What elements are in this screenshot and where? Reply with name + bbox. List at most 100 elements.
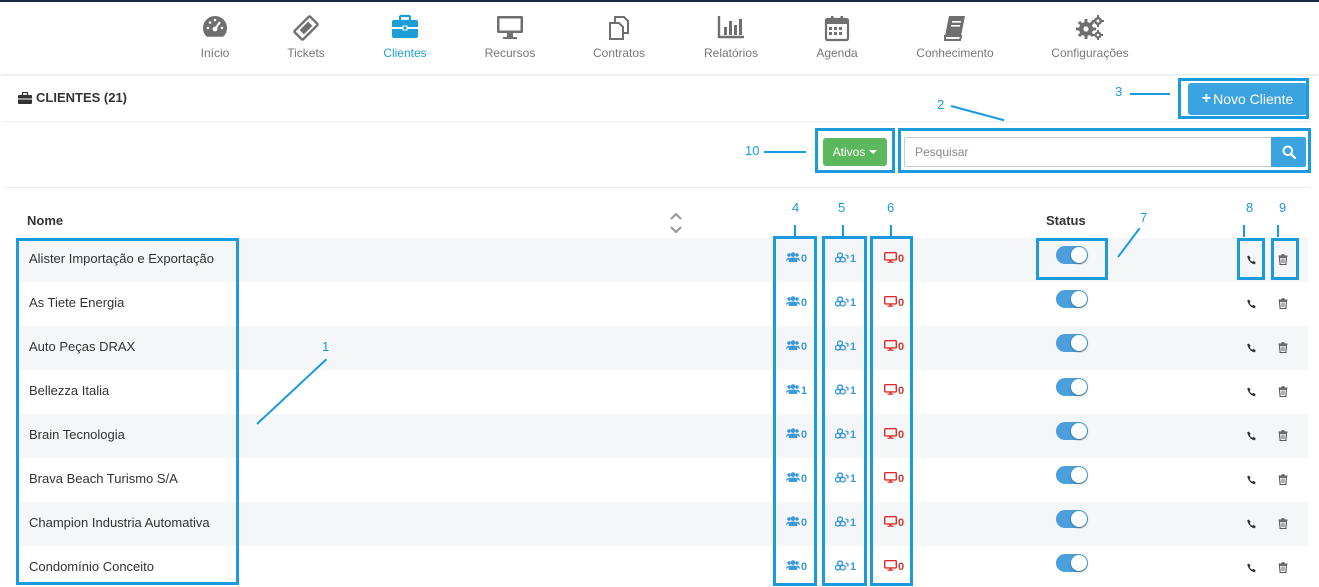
nav-item-inicio[interactable]: Início [195,14,235,60]
status-toggle[interactable] [1056,554,1088,572]
nav-item-contratos[interactable]: Contratos [589,14,649,60]
annotation-number-2: 2 [937,97,945,112]
status-toggle[interactable] [1056,246,1088,264]
client-users-count[interactable]: 0 [786,252,807,265]
status-filter-dropdown[interactable]: Ativos [823,138,887,166]
toggle-knob [1071,467,1087,483]
trash-icon[interactable] [1278,252,1288,270]
client-devices-count[interactable]: 0 [883,383,904,398]
trash-icon[interactable] [1278,384,1288,402]
client-resources-count[interactable]: 1 [834,428,856,442]
column-header-name[interactable]: Nome [27,213,63,228]
client-name-link[interactable]: Brain Tecnologia [29,427,125,442]
client-resources-count[interactable]: 1 [834,296,856,310]
client-devices-count[interactable]: 0 [883,559,904,574]
phone-icon[interactable] [1247,428,1257,446]
status-toggle[interactable] [1056,378,1088,396]
nav-item-conhecimento[interactable]: Conhecimento [913,14,997,60]
client-users-count[interactable]: 0 [786,560,807,573]
phone-icon[interactable] [1247,472,1257,490]
nav-item-configuracoes[interactable]: Configurações [1048,14,1132,60]
client-users-count[interactable]: 0 [786,516,807,529]
client-name-link[interactable]: Alister Importação e Exportação [29,251,214,266]
phone-icon[interactable] [1247,252,1257,270]
monitor-icon [883,339,898,354]
users-count-value: 1 [801,384,808,397]
nav-item-clientes[interactable]: Clientes [378,14,432,60]
devices-count-value: 0 [898,517,905,529]
client-devices-count[interactable]: 0 [883,295,905,310]
cubes-icon [834,384,850,398]
devices-count-value: 0 [898,341,905,353]
nav-item-agenda[interactable]: Agenda [812,14,862,60]
trash-icon[interactable] [1278,340,1288,358]
client-resources-count[interactable]: 1 [834,340,856,354]
annotation-leader-10 [764,151,806,153]
client-resources-count[interactable]: 1 [834,516,856,530]
briefcase-icon [378,14,432,42]
annotation-number-5: 5 [838,200,846,215]
devices-count-value: 0 [898,297,905,309]
search-input[interactable] [904,137,1272,167]
trash-icon[interactable] [1278,472,1288,490]
status-toggle[interactable] [1056,466,1088,484]
nav-label: Início [200,46,230,60]
client-name-link[interactable]: Brava Beach Turismo S/A [29,471,178,486]
phone-icon[interactable] [1247,384,1257,402]
client-resources-count[interactable]: 1 [834,252,856,266]
table-row: Auto Peças DRAX 0 1 0 [18,326,1308,370]
nav-item-tickets[interactable]: Tickets [284,14,328,60]
status-toggle[interactable] [1056,334,1088,352]
phone-icon[interactable] [1247,516,1257,534]
copy-documents-icon [589,14,649,42]
trash-icon[interactable] [1278,296,1288,314]
annotation-number-8: 8 [1246,200,1254,215]
phone-icon[interactable] [1247,560,1257,578]
phone-icon[interactable] [1247,296,1257,314]
client-resources-count[interactable]: 1 [834,560,856,574]
status-toggle[interactable] [1056,510,1088,528]
status-toggle[interactable] [1056,290,1088,308]
dashboard-gauge-icon [195,14,235,42]
client-devices-count[interactable]: 0 [883,427,905,442]
client-name-link[interactable]: Champion Industria Automativa [29,515,210,530]
nav-item-recursos[interactable]: Recursos [482,14,538,60]
page-title: CLIENTES (21) [18,90,127,105]
client-devices-count[interactable]: 0 [883,339,905,354]
client-name-link[interactable]: Condomínio Conceito [29,559,154,574]
nav-item-relatorios[interactable]: Relatórios [701,14,761,60]
client-devices-count[interactable]: 0 [883,515,905,530]
toggle-knob [1071,335,1087,351]
status-toggle[interactable] [1056,422,1088,440]
client-users-count[interactable]: 0 [786,428,807,441]
monitor-icon [883,559,898,574]
search-button[interactable] [1271,137,1306,167]
client-name-link[interactable]: As Tiete Energia [29,295,124,310]
client-users-count[interactable]: 0 [786,472,807,485]
users-count-value: 0 [801,252,808,265]
cubes-icon [834,296,850,310]
phone-icon[interactable] [1247,340,1257,358]
caret-down-icon [869,150,878,154]
trash-icon[interactable] [1278,428,1288,446]
client-resources-count[interactable]: 1 [834,472,856,486]
client-resources-count[interactable]: 1 [834,384,856,398]
users-count-value: 0 [801,516,808,529]
client-name-link[interactable]: Bellezza Italia [29,383,109,398]
client-devices-count[interactable]: 0 [883,471,904,486]
table-row: As Tiete Energia 0 1 0 [18,282,1308,326]
client-users-count[interactable]: 0 [786,340,807,353]
client-name-link[interactable]: Auto Peças DRAX [29,339,135,354]
new-client-button[interactable]: + Novo Cliente [1188,83,1307,115]
client-devices-count[interactable]: 0 [883,251,904,266]
gears-icon [1048,14,1132,42]
monitor-icon [883,251,898,266]
users-count-value: 0 [801,340,808,353]
client-users-count[interactable]: 0 [786,296,807,309]
trash-icon[interactable] [1278,560,1288,578]
page-title-text: CLIENTES (21) [36,90,128,105]
sort-icon[interactable] [668,210,684,241]
client-users-count[interactable]: 1 [786,384,807,397]
devices-count-value: 0 [898,429,905,441]
trash-icon[interactable] [1278,516,1288,534]
